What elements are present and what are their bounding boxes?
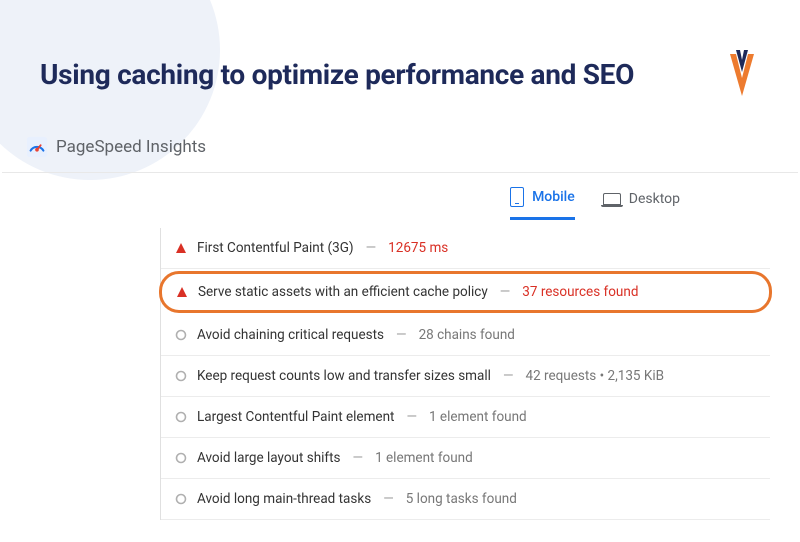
circle-info-icon xyxy=(175,493,187,505)
separator: — xyxy=(383,491,394,507)
audit-row[interactable]: Avoid large layout shifts — 1 element foun… xyxy=(161,438,770,479)
circle-info-icon xyxy=(175,411,187,423)
separator: — xyxy=(503,368,514,384)
audit-name: First Contentful Paint (3G) xyxy=(197,240,354,256)
circle-info-icon xyxy=(175,329,187,341)
audit-row[interactable]: Avoid chaining critical requests — 28 chai… xyxy=(161,315,770,356)
audit-name: Avoid long main-thread tasks xyxy=(197,491,371,507)
audit-row[interactable]: Largest Contentful Paint element — 1 eleme… xyxy=(161,397,770,438)
tab-desktop[interactable]: Desktop xyxy=(603,187,680,220)
audit-row[interactable]: Keep request counts low and transfer siz… xyxy=(161,356,770,397)
audit-name: Avoid large layout shifts xyxy=(197,450,341,466)
audit-name: Keep request counts low and transfer siz… xyxy=(197,368,491,384)
psi-header: PageSpeed Insights xyxy=(2,118,798,173)
circle-info-icon xyxy=(175,370,187,382)
header: Using caching to optimize performance an… xyxy=(0,0,800,118)
wp-rocket-logo xyxy=(724,50,760,98)
audit-detail: 28 chains found xyxy=(419,327,515,343)
separator: — xyxy=(396,327,407,343)
psi-label: PageSpeed Insights xyxy=(56,137,206,157)
audit-name: Serve static assets with an efficient ca… xyxy=(198,284,488,300)
audit-detail: 1 element found xyxy=(375,450,473,466)
separator: — xyxy=(353,450,364,466)
circle-info-icon xyxy=(175,452,187,464)
triangle-fail-icon xyxy=(175,242,187,254)
audit-detail: 42 requests • 2,135 KiB xyxy=(525,368,664,384)
audit-row[interactable]: First Contentful Paint (3G) — 12675 ms xyxy=(161,228,770,269)
audit-name: Largest Contentful Paint element xyxy=(197,409,394,425)
audit-detail: 12675 ms xyxy=(388,240,448,256)
separator: — xyxy=(500,284,511,300)
mobile-icon xyxy=(510,187,524,207)
page-title: Using caching to optimize performance an… xyxy=(40,58,634,91)
audit-name: Avoid chaining critical requests xyxy=(197,327,384,343)
tab-mobile-label: Mobile xyxy=(532,189,575,205)
separator: — xyxy=(406,409,417,425)
audit-row[interactable]: Avoid long main-thread tasks — 5 long task… xyxy=(161,479,770,520)
separator: — xyxy=(366,240,377,256)
tab-desktop-label: Desktop xyxy=(629,191,680,207)
audit-detail: 37 resources found xyxy=(522,284,638,300)
pagespeed-icon xyxy=(26,136,48,158)
triangle-fail-icon xyxy=(176,286,188,298)
audit-detail: 5 long tasks found xyxy=(406,491,517,507)
device-tabs: Mobile Desktop xyxy=(0,173,800,220)
desktop-icon xyxy=(603,193,621,205)
tab-mobile[interactable]: Mobile xyxy=(510,187,575,220)
audit-row[interactable]: Serve static assets with an efficient ca… xyxy=(159,271,772,313)
audit-list: First Contentful Paint (3G) — 12675 ms Serv… xyxy=(160,228,770,520)
audit-detail: 1 element found xyxy=(429,409,527,425)
